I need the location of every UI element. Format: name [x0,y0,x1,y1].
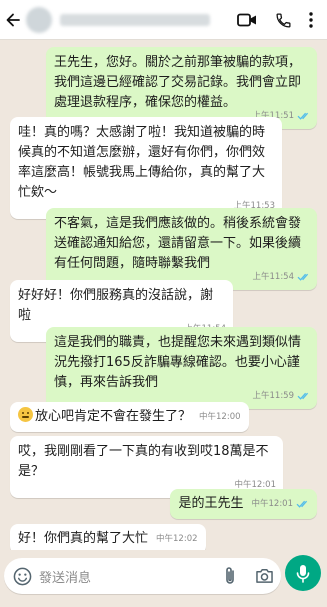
double-check-icon [296,500,308,508]
message-incoming[interactable]: 哇！真的嗎？太感謝了啦！我知道被騙的時候真的不知道怎麼辦，還好有你們，你們效率這… [10,117,282,219]
video-call-button[interactable] [229,0,265,40]
emoji-icon [13,567,31,585]
contact-name[interactable]: ██████ [60,13,210,26]
worried-face-icon [18,407,33,422]
microphone-icon [296,564,310,583]
message-input[interactable]: 發送消息 [39,567,213,586]
header-actions [229,0,321,40]
message-text: 好！你們真的幫了大忙 [18,531,149,546]
message-text: 是的王先生 [178,496,244,511]
message-meta: 中午12:00 [199,407,241,427]
message-incoming[interactable]: 好！你們真的幫了大忙 中午12:02 [10,524,206,550]
camera-icon [255,568,273,583]
message-incoming[interactable]: 放心吧肯定不會在發生了？ 中午12:00 [10,402,249,432]
message-time: 中午12:02 [156,534,198,544]
message-meta: 中午12:02 [156,529,198,549]
video-camera-icon [237,13,256,27]
message-meta: 中午12:01 [252,494,310,514]
arrow-left-icon [6,13,20,26]
message-time: 中午12:01 [251,499,294,509]
message-text: 放心吧肯定不會在發生了？ [35,409,192,424]
message-composer: 發送消息 [0,550,327,607]
voice-record-button[interactable] [285,555,321,591]
double-check-icon [297,112,309,120]
emoji-button[interactable] [5,558,39,594]
message-text: 哇！真的嗎？太感謝了啦！我知道被騙的時候真的不知道怎麼辦，還好有你們，你們效率這… [18,125,266,200]
more-options-button[interactable] [301,0,321,40]
message-meta: 上午11:54 [253,267,311,287]
phone-icon [275,12,291,28]
message-outgoing[interactable]: 這是我們的職責，也提醒您未來遇到類似情況先撥打165反詐騙專線確認。也要小心謹慎… [46,327,317,409]
attach-button[interactable] [213,558,247,594]
voice-call-button[interactable] [265,0,301,40]
contact-avatar[interactable] [26,6,52,33]
chat-header: ██████ [0,0,327,40]
back-button[interactable] [2,0,24,40]
message-text: 這是我們的職責，也提醒您未來遇到類似情況先撥打165反詐騙專線確認。也要小心謹慎… [54,335,302,390]
double-check-icon [297,273,309,281]
message-outgoing[interactable]: 是的王先生 中午12:01 [170,489,317,519]
message-time: 上午11:54 [252,272,295,282]
message-outgoing[interactable]: 不客氣，這是我們應該做的。稍後系統會發送確認通知給您，還請留意一下。如果後續有任… [46,208,317,290]
message-input-box[interactable]: 發送消息 [4,558,281,594]
message-time: 上午11:59 [252,391,295,401]
more-vertical-icon [309,12,313,28]
camera-button[interactable] [247,558,281,594]
message-text: 不客氣，這是我們應該做的。稍後系統會發送確認通知給您，還請留意一下。如果後續有任… [54,216,302,271]
paperclip-icon [226,567,234,584]
message-list[interactable]: 王先生，您好。關於之前那筆被騙的款項，我們這邊已經確認了交易記錄。我們會立即處理… [0,40,327,550]
message-meta: 上午11:59 [253,386,311,406]
double-check-icon [297,392,309,400]
message-text: 王先生，您好。關於之前那筆被騙的款項，我們這邊已經確認了交易記錄。我們會立即處理… [54,55,302,110]
message-time: 中午12:00 [199,412,241,422]
